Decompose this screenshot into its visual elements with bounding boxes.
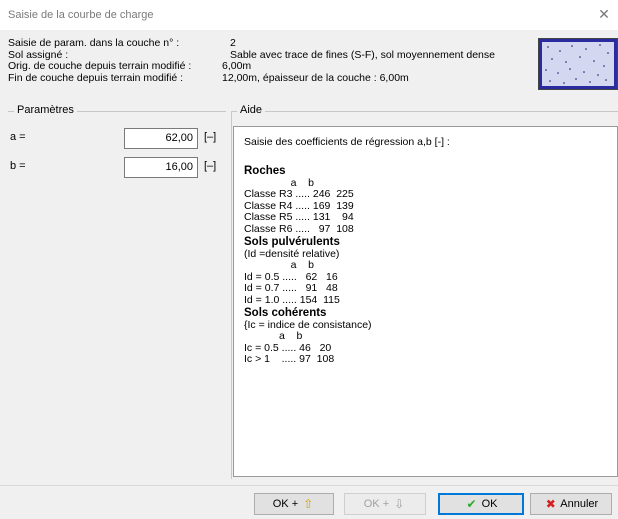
- close-icon[interactable]: ✕: [596, 6, 612, 22]
- ok-button[interactable]: ✔ OK: [438, 493, 524, 515]
- help-left-border: [231, 111, 232, 479]
- ok-next-button[interactable]: OK + ⇧: [254, 493, 334, 515]
- help-table-roches: a b Classe R3 ..... 246 225 Classe R4 ..…: [244, 176, 354, 235]
- param-b-label: b =: [10, 160, 26, 172]
- soil-pattern-image: [538, 38, 618, 90]
- params-legend: Paramètres: [14, 104, 77, 116]
- cancel-x-icon: ✖: [545, 497, 556, 511]
- arrow-down-icon: ⇩: [394, 497, 405, 511]
- window-title: Saisie de la courbe de charge: [8, 9, 154, 21]
- footer-separator: [0, 485, 618, 486]
- ok-previous-label: OK +: [363, 498, 390, 510]
- info-label: Fin de couche depuis terrain modifié :: [8, 71, 184, 84]
- title-bar: Saisie de la courbe de charge ✕: [0, 0, 618, 30]
- help-heading-coherents: Sols cohérents: [244, 306, 327, 319]
- help-text-box: Saisie des coefficients de régression a,…: [233, 126, 618, 477]
- help-table-coherents: {Ic = indice de consistance) a b Ic = 0.…: [244, 318, 372, 366]
- help-divider: [231, 111, 618, 112]
- param-b-unit: [–]: [204, 160, 217, 172]
- info-label: Saisie de param. dans la couche n° :: [8, 37, 180, 49]
- ok-previous-button[interactable]: OK + ⇩: [344, 493, 426, 515]
- cancel-button[interactable]: ✖ Annuler: [530, 493, 612, 515]
- soil-pattern-fill: [542, 42, 614, 86]
- help-table-pulverulents: (Id =densité relative) a b Id = 0.5 ....…: [244, 247, 340, 306]
- info-value: 2: [230, 37, 236, 49]
- help-heading-pulverulents: Sols pulvérulents: [244, 235, 340, 248]
- info-value: 12,00m, épaisseur de la couche : 6,00m: [222, 71, 409, 84]
- param-b-input[interactable]: 16,00: [124, 157, 198, 178]
- help-legend: Aide: [237, 104, 266, 116]
- help-heading-roches: Roches: [244, 164, 286, 177]
- ok-next-label: OK +: [272, 498, 299, 510]
- soil-dots-icon: [545, 44, 609, 84]
- info-value: Sable avec trace de fines (S-F), sol moy…: [230, 48, 495, 61]
- param-a-unit: [–]: [204, 131, 217, 143]
- check-icon: ✔: [466, 497, 477, 511]
- arrow-up-icon: ⇧: [303, 497, 314, 511]
- ok-label: OK: [481, 498, 498, 510]
- cancel-label: Annuler: [560, 498, 599, 510]
- param-a-input[interactable]: 62,00: [124, 128, 198, 149]
- help-intro: Saisie des coefficients de régression a,…: [244, 136, 450, 148]
- param-a-label: a =: [10, 131, 26, 143]
